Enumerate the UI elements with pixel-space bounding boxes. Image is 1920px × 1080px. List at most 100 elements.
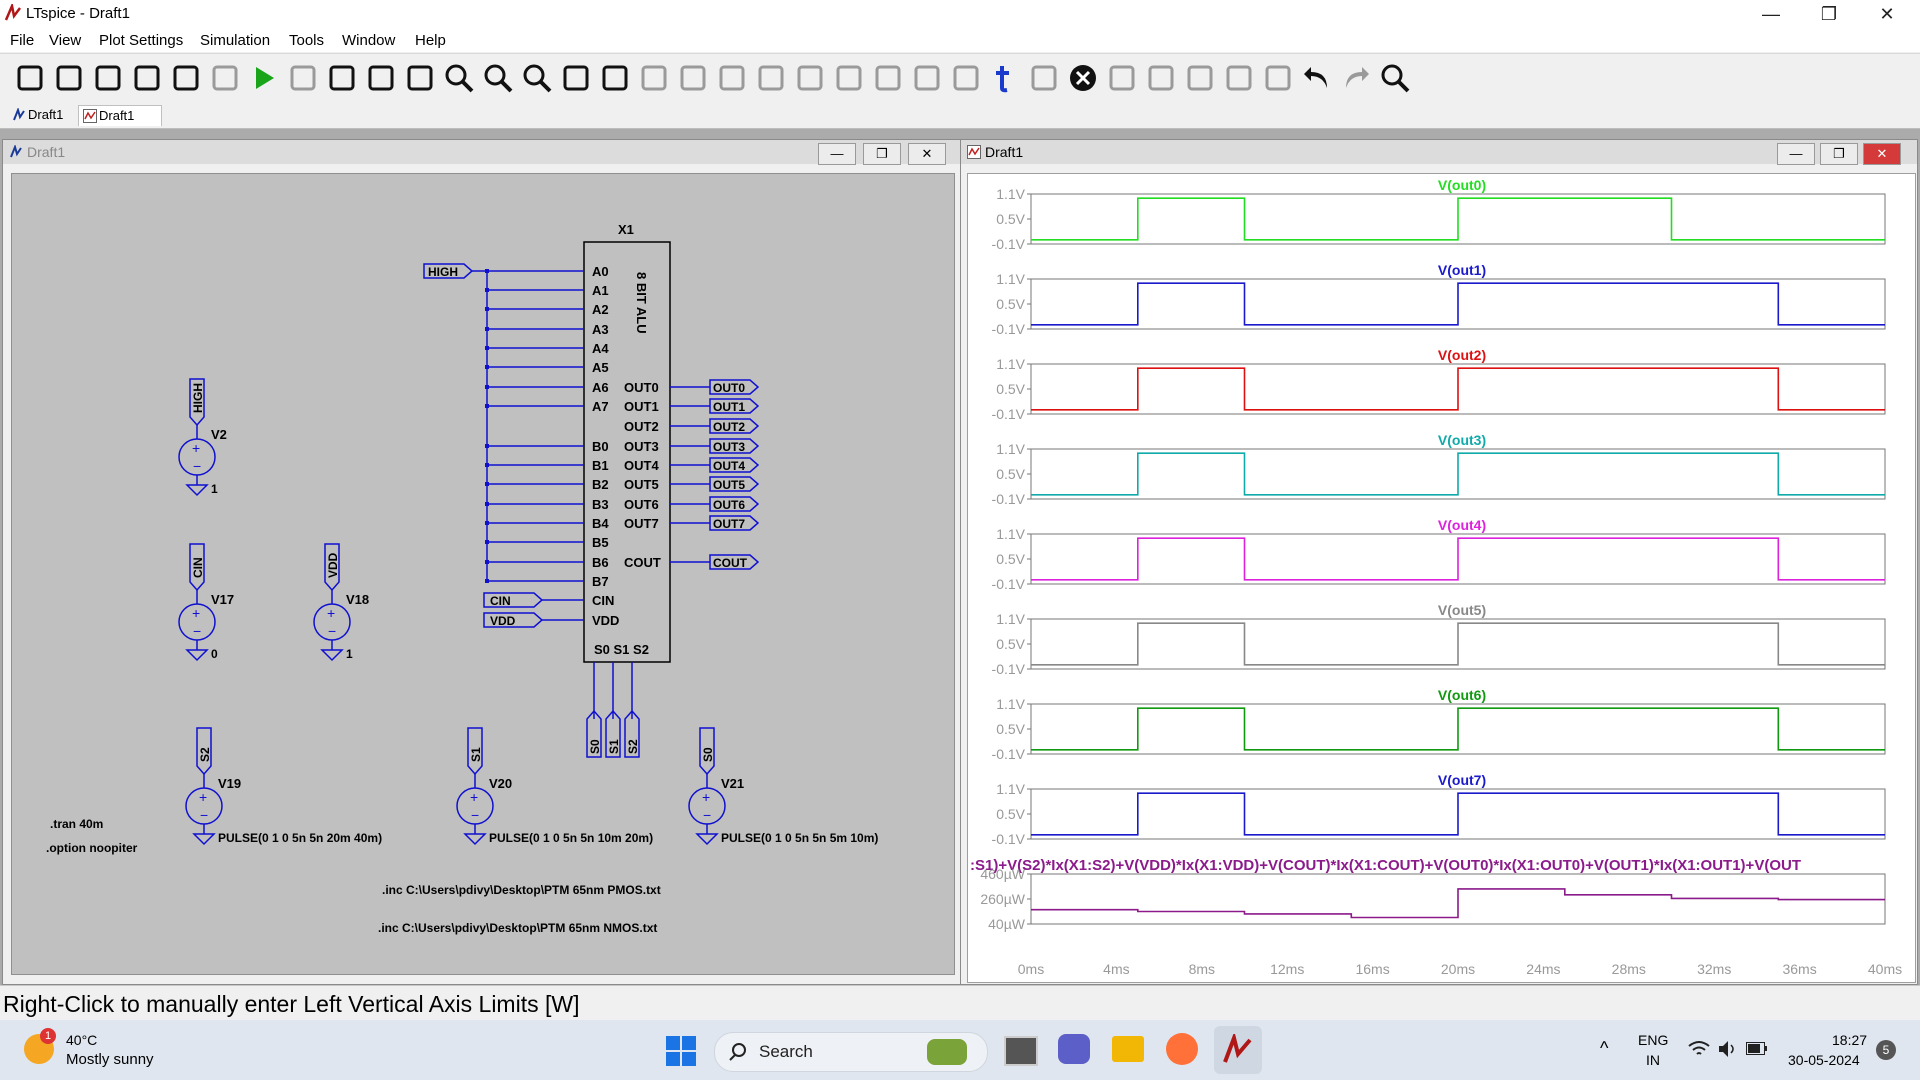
task-view-icon[interactable]: [1004, 1036, 1038, 1066]
file-explorer-icon[interactable]: [1112, 1036, 1144, 1062]
tab-waveform[interactable]: Draft1: [78, 105, 162, 126]
windows-start-icon[interactable]: [666, 1036, 696, 1066]
zoom-fit-icon[interactable]: [521, 62, 553, 94]
ground-icon[interactable]: [677, 62, 709, 94]
firefox-icon[interactable]: [1166, 1033, 1198, 1065]
ground-symbol: [185, 649, 209, 662]
clock-date[interactable]: 30-05-2024: [1788, 1052, 1860, 1068]
capacitor-icon-glyph: [797, 65, 823, 91]
menu-plot-settings[interactable]: Plot Settings: [99, 32, 183, 49]
frame: [173, 65, 199, 91]
autorange-icon[interactable]: [560, 62, 592, 94]
schematic-minimize-button[interactable]: —: [818, 143, 856, 165]
frame: [290, 65, 316, 91]
menu-file[interactable]: File: [10, 32, 34, 49]
chevron-up-icon[interactable]: ^: [1600, 1038, 1608, 1059]
duplicate-icon[interactable]: [1106, 62, 1138, 94]
trace-title: V(out2): [1438, 347, 1486, 363]
resistor-icon[interactable]: [755, 62, 787, 94]
tile-vertical-icon[interactable]: [326, 62, 358, 94]
frame: [329, 65, 355, 91]
menu-view[interactable]: View: [49, 32, 81, 49]
trace-title: V(out7): [1438, 772, 1486, 788]
weather-desc: Mostly sunny: [66, 1051, 154, 1068]
alu-pin-out3: OUT3: [624, 439, 659, 454]
duplicate-icon-glyph: [1109, 65, 1135, 91]
run-icon-glyph: [256, 67, 274, 89]
label-icon[interactable]: [716, 62, 748, 94]
notification-badge[interactable]: 5: [1876, 1040, 1896, 1060]
lens: [523, 64, 545, 86]
restore-button[interactable]: ❐: [1806, 0, 1852, 28]
minimize-button[interactable]: —: [1748, 0, 1794, 28]
language-indicator[interactable]: ENG: [1638, 1032, 1668, 1048]
run-icon[interactable]: [248, 62, 280, 94]
open-icon[interactable]: [92, 62, 124, 94]
arrow: [1346, 67, 1369, 88]
close-button[interactable]: ✕: [1864, 0, 1910, 28]
menu-window[interactable]: Window: [342, 32, 395, 49]
drag-icon[interactable]: [1145, 62, 1177, 94]
component-icon[interactable]: [911, 62, 943, 94]
schematic-canvas[interactable]: X1 8 BIT ALU A0 A1 A2 A3 A4 A5 A6 A7 B0 B1 B2 B3 B4 B5 B…: [11, 173, 955, 975]
wifi-icon[interactable]: [1688, 1040, 1710, 1058]
inductor-icon[interactable]: [833, 62, 865, 94]
zoom-out-icon[interactable]: [482, 62, 514, 94]
halt-icon[interactable]: [209, 62, 241, 94]
waveform-restore-button[interactable]: ❐: [1820, 143, 1858, 165]
teams-icon[interactable]: [1058, 1034, 1090, 1064]
diode-icon[interactable]: [872, 62, 904, 94]
source-net-label: S0: [701, 747, 715, 762]
x-tick-label: 40ms: [1868, 961, 1902, 977]
add-trace-icon[interactable]: [599, 62, 631, 94]
settings-icon-glyph: [17, 65, 43, 91]
y-tick-label: -0.1V: [992, 491, 1026, 507]
undo-icon-glyph: [1304, 67, 1327, 88]
settings-icon[interactable]: [14, 62, 46, 94]
frame: [1148, 65, 1174, 91]
capacitor-icon[interactable]: [794, 62, 826, 94]
waveform-close-button[interactable]: ✕: [1863, 143, 1901, 165]
spice-directive-icon[interactable]: [950, 62, 982, 94]
rotate-icon[interactable]: [1184, 62, 1216, 94]
menu-tools[interactable]: Tools: [289, 32, 324, 49]
volume-icon[interactable]: [1718, 1040, 1738, 1058]
mdi-area: Draft1 — ❐ ✕ X1 8 BIT ALU A0 A1 A2 A3 A4 A5 A6 A7…: [0, 129, 1920, 985]
waveform-minimize-button[interactable]: —: [1777, 143, 1815, 165]
wire-icon-glyph: [641, 65, 667, 91]
alu-pin-cin: CIN: [592, 593, 614, 608]
battery-icon[interactable]: [1746, 1042, 1768, 1056]
ltspice-taskbar-button[interactable]: [1214, 1026, 1262, 1074]
save-icon[interactable]: [131, 62, 163, 94]
find-icon[interactable]: [1379, 62, 1411, 94]
find-icon-glyph: [1381, 64, 1410, 93]
net-label-cin: CIN: [490, 594, 511, 608]
move-icon[interactable]: [1028, 62, 1060, 94]
frame: [17, 65, 43, 91]
text-icon[interactable]: [989, 62, 1021, 94]
zoom-in-icon[interactable]: [443, 62, 475, 94]
frame: [602, 65, 628, 91]
clock-time[interactable]: 18:27: [1832, 1032, 1867, 1048]
new-schematic-icon[interactable]: [53, 62, 85, 94]
net-label-out0: OUT0: [713, 381, 745, 395]
cascade-icon[interactable]: [404, 62, 436, 94]
undo-icon[interactable]: [1301, 62, 1333, 94]
mirror-icon[interactable]: [1223, 62, 1255, 94]
menu-help[interactable]: Help: [415, 32, 446, 49]
stop-icon[interactable]: [287, 62, 319, 94]
print-icon[interactable]: [170, 62, 202, 94]
search-box[interactable]: Search: [714, 1032, 988, 1072]
menu-simulation[interactable]: Simulation: [200, 32, 270, 49]
redo-icon[interactable]: [1340, 62, 1372, 94]
wire-icon[interactable]: [638, 62, 670, 94]
y-tick-label: 0.5V: [996, 721, 1025, 737]
schematic-close-button[interactable]: ✕: [908, 143, 946, 165]
alu-pin-out4: OUT4: [624, 458, 659, 473]
plot-canvas[interactable]: V(out0) 1.1V 0.5V -0.1V V(out1) 1.1V 0.5V -0.1V…: [967, 173, 1916, 983]
rotate-flip-icon[interactable]: [1262, 62, 1294, 94]
delete-icon[interactable]: [1067, 62, 1099, 94]
alu-name: 8 BIT ALU: [634, 272, 649, 334]
tile-horizontal-icon[interactable]: [365, 62, 397, 94]
schematic-restore-button[interactable]: ❐: [863, 143, 901, 165]
